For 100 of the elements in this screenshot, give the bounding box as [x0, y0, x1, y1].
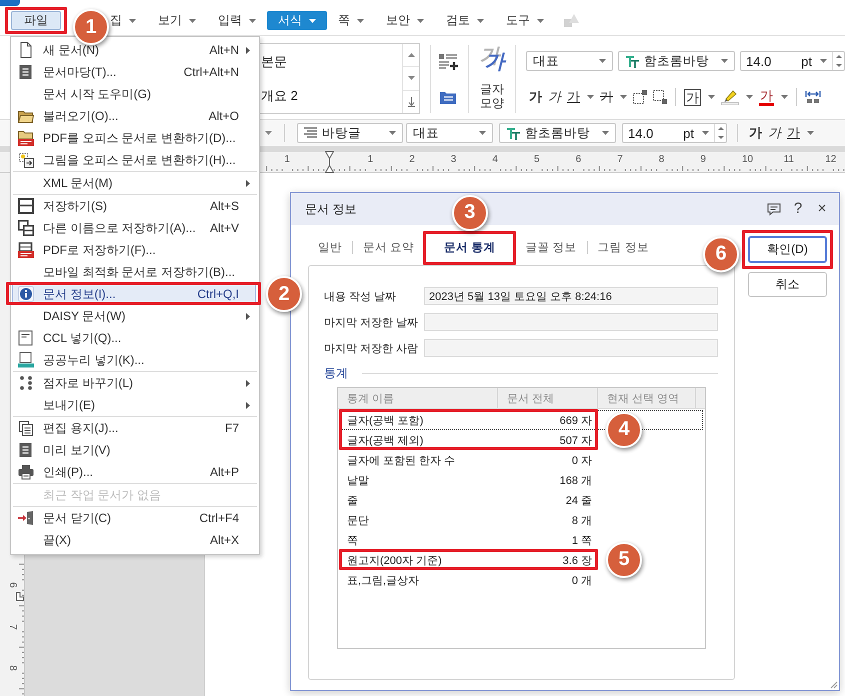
- menu-tab[interactable]: 파일: [11, 11, 61, 30]
- character-shape-button[interactable]: 가 글자 모양: [474, 44, 510, 110]
- menu-tab[interactable]: 검토: [435, 11, 495, 30]
- license-mark-icon: [18, 330, 34, 346]
- scroll-up-icon[interactable]: [408, 53, 414, 58]
- tab[interactable]: 일반: [308, 236, 352, 258]
- table-cell-text: 24 줄: [564, 494, 593, 508]
- unit-dropdown[interactable]: pt: [801, 54, 827, 68]
- help-button[interactable]: ?: [791, 201, 805, 217]
- menu-item[interactable]: 문서 시작 도우미(G): [12, 83, 256, 105]
- character-shape-icon: 가: [480, 44, 504, 76]
- tab[interactable]: 문서 통계: [434, 236, 506, 258]
- menu-tab[interactable]: 보안: [375, 11, 435, 30]
- braille-dots-icon: [18, 375, 34, 391]
- table-cell-text: 1 쪽: [570, 534, 593, 548]
- menu-tab[interactable]: 도구: [495, 11, 555, 30]
- style-item[interactable]: 본문: [261, 45, 402, 79]
- ruler-number: 7: [6, 622, 18, 632]
- menu-item[interactable]: 인쇄(P)... Alt+P: [12, 461, 256, 483]
- menu-item[interactable]: 문서마당(T)... Ctrl+Alt+N: [12, 61, 256, 83]
- menu-item[interactable]: 보내기(E): [12, 394, 256, 416]
- resize-grip-icon[interactable]: [828, 679, 838, 689]
- shortcut-label: Alt+P: [210, 465, 239, 479]
- paragraph-style-dropdown[interactable]: 바탕글: [297, 123, 403, 143]
- menu-item[interactable]: 모바일 최적화 문서로 저장하기(B)...: [12, 261, 256, 283]
- menu-item[interactable]: XML 문서(M): [12, 172, 256, 194]
- bold-button[interactable]: 가: [746, 123, 765, 143]
- italic-button[interactable]: 가: [765, 123, 784, 143]
- read-only-field[interactable]: [424, 313, 718, 331]
- unit-dropdown[interactable]: pt: [683, 126, 709, 140]
- font-color-button[interactable]: 가: [756, 87, 791, 107]
- italic-button[interactable]: 가: [545, 87, 564, 107]
- menu-tab[interactable]: 서식: [267, 11, 327, 30]
- feedback-icon[interactable]: [767, 202, 781, 216]
- menu-tab[interactable]: 입력: [207, 11, 267, 30]
- menu-item[interactable]: PDF를 오피스 문서로 변환하기(D)...: [12, 127, 256, 149]
- menu-item[interactable]: DAISY 문서(W): [12, 305, 256, 327]
- boxed-character-button[interactable]: 가: [681, 87, 718, 107]
- tab[interactable]: 글꼴 정보: [515, 236, 587, 258]
- tab[interactable]: 문서 요약: [353, 236, 424, 258]
- spin-up-icon[interactable]: [836, 55, 842, 58]
- indent-marker-icon[interactable]: [325, 151, 334, 173]
- shortcut-label: Ctrl+Alt+N: [184, 65, 239, 79]
- font-size-field[interactable]: 14.0: [746, 54, 802, 68]
- menu-item[interactable]: 저장하기(S) Alt+S: [12, 195, 256, 217]
- menu-tab[interactable]: 쪽: [327, 11, 375, 30]
- font-dropdown[interactable]: 함초롬바탕: [618, 51, 735, 71]
- column-header: 통계 이름: [338, 388, 498, 408]
- dialog-button[interactable]: 취소: [748, 272, 827, 297]
- menu-item[interactable]: 미리 보기(V): [12, 439, 256, 461]
- script-dropdown[interactable]: 대표: [526, 51, 613, 71]
- caret-icon: [721, 59, 728, 63]
- font-size-field[interactable]: 14.0: [628, 126, 684, 140]
- style-folder-icon[interactable]: [439, 89, 457, 105]
- table-cell-text: 3.6 장: [562, 554, 593, 568]
- superscript-icon[interactable]: [633, 90, 647, 104]
- ruler-number: 6: [576, 154, 582, 166]
- spin-down-icon[interactable]: [836, 64, 842, 67]
- style-add-icon[interactable]: [438, 53, 458, 71]
- shortcut-label: Alt+S: [210, 199, 239, 213]
- script-dropdown[interactable]: 대표: [406, 123, 493, 143]
- menu-item[interactable]: 불러오기(O)... Alt+O: [12, 105, 256, 127]
- menu-tab[interactable]: 보기: [147, 11, 207, 30]
- read-only-field[interactable]: 2023년 5월 13일 토요일 오후 8:24:16: [424, 287, 718, 305]
- scroll-end-icon[interactable]: [408, 96, 414, 107]
- table-cell-text: 글자에 포함된 한자 수: [346, 454, 456, 468]
- subscript-icon[interactable]: [653, 90, 667, 104]
- menu-item[interactable]: 공공누리 넣기(K)...: [12, 349, 256, 371]
- highlighter-icon: [721, 89, 739, 105]
- menu-item[interactable]: 끝(X) Alt+X: [12, 529, 256, 551]
- table-cell-text: 글자(공백 포함): [346, 414, 424, 428]
- field-label: 마지막 저장한 날짜: [324, 316, 420, 330]
- table-cell-text: 8 개: [570, 514, 593, 528]
- dialog-button[interactable]: 확인(D): [748, 236, 827, 263]
- menu-item[interactable]: 문서 닫기(C) Ctrl+F4: [12, 507, 256, 529]
- menu-item[interactable]: CCL 넣기(Q)...: [12, 327, 256, 349]
- underline-button[interactable]: 가: [564, 87, 597, 107]
- font-dropdown[interactable]: 함초롬바탕: [499, 123, 616, 143]
- menu-item[interactable]: 그림을 오피스 문서로 변환하기(H)...: [12, 149, 256, 171]
- caret-icon: [479, 131, 486, 135]
- scroll-down-icon[interactable]: [408, 76, 414, 80]
- menu-item[interactable]: 다른 이름으로 저장하기(A)... Alt+V: [12, 217, 256, 239]
- table-cell-text: 문단: [346, 514, 370, 528]
- bold-button[interactable]: 가: [526, 87, 545, 107]
- spin-up-icon[interactable]: [718, 127, 724, 130]
- tab[interactable]: 그림 정보: [588, 236, 659, 258]
- field-label: 내용 작성 날짜: [324, 290, 398, 304]
- caret-icon: [602, 131, 609, 135]
- strikethrough-button[interactable]: 가: [597, 87, 630, 107]
- spin-down-icon[interactable]: [718, 136, 724, 139]
- character-spacing-icon[interactable]: [805, 90, 821, 104]
- style-item[interactable]: 개요 2: [261, 79, 402, 113]
- floppies-icon: [18, 220, 34, 236]
- menu-item[interactable]: 편집 용지(J)... F7: [12, 417, 256, 439]
- menu-item[interactable]: PDF로 저장하기(F)...: [12, 239, 256, 261]
- underline-button[interactable]: 가: [784, 123, 817, 143]
- menu-item[interactable]: 점자로 바꾸기(L): [12, 372, 256, 394]
- close-button[interactable]: ×: [815, 201, 829, 217]
- dialog-title: 문서 정보: [305, 200, 356, 218]
- read-only-field[interactable]: [424, 339, 718, 357]
